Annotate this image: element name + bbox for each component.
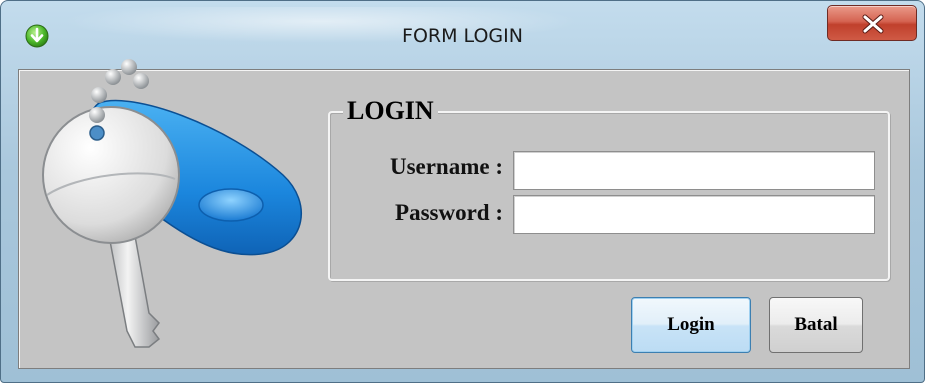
password-input[interactable]: [513, 195, 875, 234]
username-input[interactable]: [513, 151, 875, 190]
key-icon: [42, 59, 303, 348]
login-group-legend: LOGIN: [343, 96, 438, 126]
close-icon: [862, 14, 884, 34]
close-button[interactable]: [827, 5, 917, 41]
login-window: FORM LOGIN LOGIN Username: Password: L…: [0, 0, 925, 383]
login-button[interactable]: Login: [631, 297, 751, 353]
window-title: FORM LOGIN: [402, 25, 523, 47]
password-label: Password :: [395, 200, 503, 225]
username-label: Username :: [389, 154, 503, 179]
batal-button[interactable]: Batal: [769, 297, 863, 353]
